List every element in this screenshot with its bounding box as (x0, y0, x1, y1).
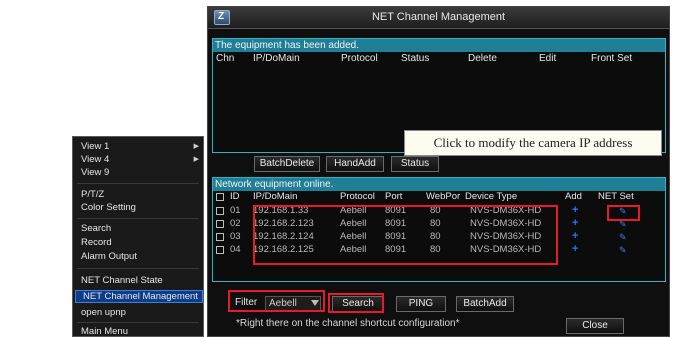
net-set-highlight (607, 205, 640, 221)
footer-note: *Right there on the channel shortcut con… (236, 318, 460, 329)
batch-add-button[interactable]: BatchAdd (456, 296, 514, 312)
add-plus-icon[interactable]: + (572, 217, 578, 229)
screen: View 1 ▶ View 4 ▶ View 9 P/T/Z Color Set… (0, 0, 693, 337)
row-id: 02 (230, 218, 241, 229)
row-checkbox[interactable] (216, 246, 224, 254)
menu-divider (77, 218, 199, 219)
menu-item-net-channel-state[interactable]: NET Channel State (81, 275, 163, 287)
batch-delete-button[interactable]: BatchDelete (254, 156, 320, 172)
online-equipment-heading: Network equipment online. (213, 178, 665, 191)
close-button[interactable]: Close (566, 318, 624, 334)
row-id: 03 (230, 231, 241, 242)
menu-item-search[interactable]: Search (81, 223, 111, 235)
edit-pen-icon[interactable]: ✎ (619, 244, 627, 256)
menu-divider (77, 183, 199, 184)
menu-item-label: View 4 (81, 154, 110, 165)
col-ip-domain: IP/DoMain (253, 53, 300, 64)
row-checkbox[interactable] (216, 207, 224, 215)
col-ip-domain: IP/DoMain (253, 191, 298, 202)
net-channel-management-window: Z NET Channel Management The equipment h… (207, 6, 670, 337)
title-bar: Z NET Channel Management (208, 7, 669, 29)
submenu-arrow-icon: ▶ (193, 143, 199, 150)
context-menu: View 1 ▶ View 4 ▶ View 9 P/T/Z Color Set… (72, 136, 204, 337)
col-edit: Edit (539, 53, 557, 64)
online-devices-highlight (253, 205, 558, 265)
col-net-set: NET Set (598, 191, 634, 202)
menu-item-view-1[interactable]: View 1 ▶ (81, 141, 205, 153)
menu-item-main-menu[interactable]: Main Menu (81, 326, 128, 337)
add-plus-icon[interactable]: + (572, 230, 578, 242)
add-plus-icon[interactable]: + (572, 204, 578, 216)
menu-item-record[interactable]: Record (81, 237, 112, 249)
menu-item-alarm-output[interactable]: Alarm Output (81, 251, 137, 263)
submenu-arrow-icon: ▶ (193, 156, 199, 163)
filter-highlight (228, 290, 325, 312)
add-plus-icon[interactable]: + (572, 243, 578, 255)
row-id: 01 (230, 205, 241, 216)
col-protocol: Protocol (341, 53, 378, 64)
window-title: NET Channel Management (371, 11, 506, 23)
row-checkbox[interactable] (216, 233, 224, 241)
col-add: Add (565, 191, 582, 202)
menu-item-net-channel-management[interactable]: NET Channel Management (83, 291, 198, 303)
ping-button[interactable]: PING (396, 296, 446, 312)
added-equipment-heading: The equipment has been added. (213, 39, 665, 52)
col-id: ID (230, 191, 240, 202)
menu-item-view-4[interactable]: View 4 ▶ (81, 154, 205, 166)
menu-item-ptz[interactable]: P/T/Z (81, 189, 104, 201)
menu-item-view-9[interactable]: View 9 (81, 167, 109, 179)
online-table-header: ID IP/DoMain Protocol Port WebPor Device… (213, 191, 665, 203)
hand-add-button[interactable]: HandAdd (326, 156, 384, 172)
menu-item-color-setting[interactable]: Color Setting (81, 202, 136, 214)
col-front-set: Front Set (591, 53, 633, 64)
annotation-callout: Click to modify the camera IP address (404, 130, 662, 156)
col-webport: WebPor (426, 191, 461, 202)
select-all-checkbox[interactable] (216, 193, 224, 201)
menu-item-label: View 1 (81, 141, 110, 152)
col-protocol: Protocol (340, 191, 375, 202)
search-highlight (328, 293, 384, 313)
row-checkbox[interactable] (216, 220, 224, 228)
col-status: Status (401, 53, 430, 64)
menu-item-open-upnp[interactable]: open upnp (81, 307, 126, 319)
status-button[interactable]: Status (391, 156, 439, 172)
col-chn: Chn (216, 53, 235, 64)
col-port: Port (385, 191, 403, 202)
col-device-type: Device Type (465, 191, 518, 202)
menu-divider (77, 268, 199, 269)
col-delete: Delete (468, 53, 497, 64)
edit-pen-icon[interactable]: ✎ (619, 231, 627, 243)
row-id: 04 (230, 244, 241, 255)
menu-divider (77, 322, 199, 323)
